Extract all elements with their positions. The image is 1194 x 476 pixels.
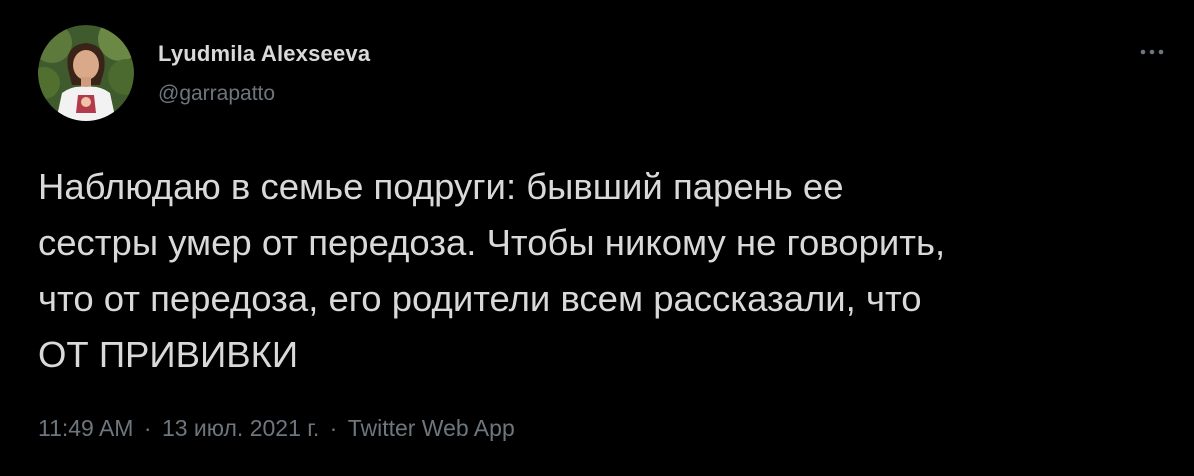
tweet-time[interactable]: 11:49 AM <box>38 415 133 441</box>
tweet-text-line: что от передоза, его родители всем расск… <box>38 278 922 319</box>
tweet-text: Наблюдаю в семье подруги: бывший парень … <box>38 159 1168 383</box>
more-horizontal-icon[interactable] <box>1134 38 1170 66</box>
avatar-image <box>38 25 134 121</box>
author-handle[interactable]: @garrapatto <box>158 82 275 106</box>
meta-separator: · <box>143 415 152 441</box>
tweet-source[interactable]: Twitter Web App <box>348 415 515 441</box>
tweet-text-line: Наблюдаю в семье подруги: бывший парень … <box>38 166 844 207</box>
author-display-name[interactable]: Lyudmila Alexseeva <box>158 41 370 67</box>
avatar[interactable] <box>38 25 134 121</box>
tweet-text-line: ОТ ПРИВИВКИ <box>38 334 299 375</box>
tweet-date[interactable]: 13 июл. 2021 г. <box>162 415 319 441</box>
tweet-meta: 11:49 AM · 13 июл. 2021 г. · Twitter Web… <box>38 415 515 442</box>
tweet-text-line: сестры умер от передоза. Чтобы никому не… <box>38 222 946 263</box>
meta-separator: · <box>329 415 338 441</box>
tweet-card: Lyudmila Alexseeva @garrapatto Наблюдаю … <box>0 0 1194 476</box>
